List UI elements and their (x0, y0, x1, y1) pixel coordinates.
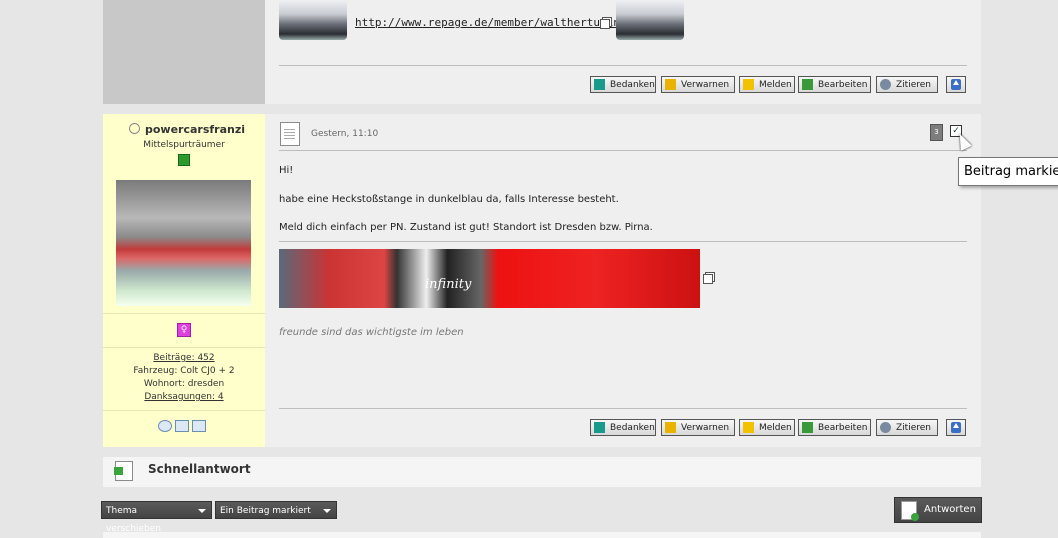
prev-post-divider (279, 65, 967, 66)
author-name[interactable]: powercarsfranzi (129, 123, 245, 136)
post-date: Gestern, 11:10 (311, 129, 379, 139)
female-gender-icon: ♀ (177, 323, 191, 337)
user-group-icon (178, 154, 190, 166)
prev-post-sidebar (103, 0, 265, 104)
quote-button[interactable]: Zitieren (876, 419, 938, 436)
post-number-badge[interactable]: 3 (930, 124, 943, 141)
external-link-icon (703, 274, 713, 284)
tooltip: Beitrag markie (958, 157, 1058, 186)
sidebar-divider (103, 347, 265, 348)
envelope-icon[interactable] (192, 420, 206, 432)
external-link-icon (600, 19, 610, 29)
profile-card-icon[interactable] (175, 420, 189, 432)
thank-icon (594, 79, 605, 90)
edit-button[interactable]: Bearbeiten (798, 419, 871, 436)
pencil-icon (802, 79, 813, 90)
pencil-icon (802, 422, 813, 433)
scroll-top-button[interactable] (946, 419, 966, 436)
signature-text: freunde sind das wichtigste im leben (279, 327, 464, 338)
quick-reply-label[interactable]: Schnellantwort (148, 462, 251, 476)
new-reply-icon (901, 501, 919, 521)
author-rank: Mittelspurträumer (143, 140, 225, 150)
sidebar-divider (103, 410, 265, 411)
post-text-line: Meld dich einfach per PN. Zustand ist gu… (279, 222, 653, 233)
contact-icons (158, 420, 209, 435)
warning-triangle-icon (743, 79, 754, 90)
sidebar-divider (103, 313, 265, 314)
arrow-up-icon (951, 422, 961, 433)
prev-thank-button[interactable]: Bedanken (590, 76, 656, 93)
signature-logo: infinity (425, 277, 472, 292)
prev-quote-button[interactable]: Zitieren (876, 76, 938, 93)
prev-scroll-top-button[interactable] (946, 76, 966, 93)
reply-button[interactable]: Antworten (894, 497, 982, 523)
homepage-icon[interactable] (158, 420, 172, 432)
move-thread-dropdown[interactable]: Thema verschieben (101, 501, 212, 534)
prev-post-link[interactable]: http://www.repage.de/member/walthertunin… (355, 16, 627, 29)
posts-count-link[interactable]: Beiträge: 452 (103, 352, 265, 365)
prev-edit-button[interactable]: Bearbeiten (798, 76, 871, 93)
post-text-line: habe eine Heckstoßstange in dunkelblau d… (279, 194, 619, 205)
speech-bubble-icon (880, 422, 891, 433)
signature-divider (279, 241, 967, 242)
quick-reply-icon (114, 461, 133, 481)
speech-bubble-icon (880, 79, 891, 90)
thank-icon (594, 422, 605, 433)
vehicle-info: Fahrzeug: Colt CJ0 + 2 (133, 366, 235, 376)
post-footer-divider (279, 408, 967, 409)
warn-icon (665, 422, 676, 433)
author-stats: Beiträge: 452 Fahrzeug: Colt CJ0 + 2 Woh… (103, 352, 265, 404)
avatar (116, 180, 251, 306)
arrow-up-icon (951, 79, 961, 90)
report-button[interactable]: Melden (739, 419, 795, 436)
warn-icon (665, 79, 676, 90)
thank-button[interactable]: Bedanken (590, 419, 656, 436)
post-document-icon (280, 122, 300, 146)
offline-status-icon (129, 123, 140, 134)
prev-report-button[interactable]: Melden (739, 76, 795, 93)
signature-car-image-right (616, 0, 684, 40)
signature-banner-image (279, 249, 700, 308)
warning-triangle-icon (743, 422, 754, 433)
thanks-count-link[interactable]: Danksagungen: 4 (103, 391, 265, 404)
post-header-divider (279, 150, 967, 151)
signature-car-image-left (279, 0, 347, 40)
marked-posts-dropdown[interactable]: Ein Beitrag markiert (215, 501, 337, 519)
prev-warn-button[interactable]: Verwarnen (661, 76, 735, 93)
warn-button[interactable]: Verwarnen (661, 419, 735, 436)
next-post-header (103, 532, 981, 538)
post-text-line: Hi! (279, 165, 294, 176)
location-info: Wohnort: dresden (143, 379, 225, 389)
